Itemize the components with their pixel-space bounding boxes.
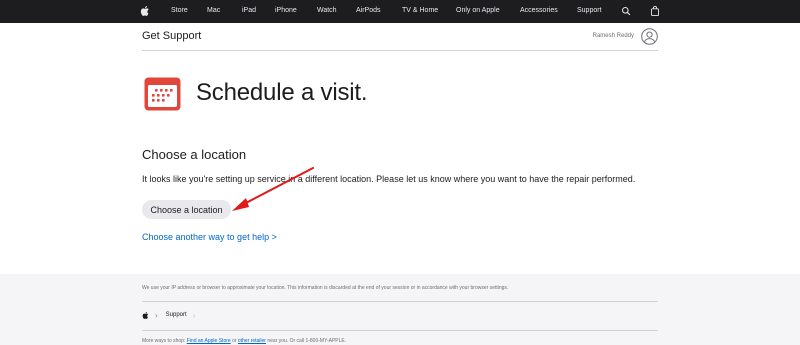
nav-item-watch[interactable]: Watch [317,7,337,14]
nav-item-ipad[interactable]: iPad [242,7,256,14]
other-retailer-link[interactable]: other retailer [238,338,266,344]
get-support-title[interactable]: Get Support [142,30,201,42]
nav-item-store[interactable]: Store [171,7,188,14]
user-avatar-icon[interactable] [641,28,658,45]
apple-logo-icon[interactable] [140,5,150,17]
nav-item-only-on-apple[interactable]: Only on Apple [456,7,500,14]
calendar-icon [144,77,181,111]
support-header: Get Support Ramesh Reddy [142,23,658,51]
more-ways-suffix: near you. Or call 1-800-MY-APPLE. [267,338,347,344]
more-ways-or: or [232,338,237,344]
chevron-right-icon: › [192,310,196,320]
footer-divider [142,301,658,302]
location-message: It looks like you're setting up service … [142,174,636,184]
nav-item-tv-home[interactable]: TV & Home [402,7,438,14]
footer: We use your IP address or browser to app… [0,274,800,345]
find-apple-store-link[interactable]: Find an Apple Store [187,338,231,344]
nav-item-support[interactable]: Support [577,7,602,14]
footer-more-ways: More ways to shop: Find an Apple Store o… [142,338,346,344]
apple-logo-icon[interactable] [142,311,149,320]
footer-divider [142,330,658,331]
chevron-right-icon: › [155,310,158,320]
nav-item-accessories[interactable]: Accessories [520,7,558,14]
user-name[interactable]: Ramesh Reddy [593,33,634,39]
bag-icon[interactable] [650,5,660,17]
choose-another-way-link[interactable]: Choose another way to get help > [142,232,277,242]
choose-location-button[interactable]: Choose a location [142,200,231,219]
nav-item-mac[interactable]: Mac [207,7,220,14]
search-icon[interactable] [621,5,631,17]
footer-location-note: We use your IP address or browser to app… [142,285,509,291]
breadcrumb-support[interactable]: Support [166,312,187,318]
nav-item-airpods[interactable]: AirPods [356,7,381,14]
nav-item-iphone[interactable]: iPhone [275,7,297,14]
global-nav: Store Mac iPad iPhone Watch AirPods TV &… [0,0,800,23]
breadcrumb: › Support › [142,310,195,320]
more-ways-prefix: More ways to shop: [142,338,186,344]
page-title: Schedule a visit. [196,79,368,106]
section-title: Choose a location [142,147,247,162]
